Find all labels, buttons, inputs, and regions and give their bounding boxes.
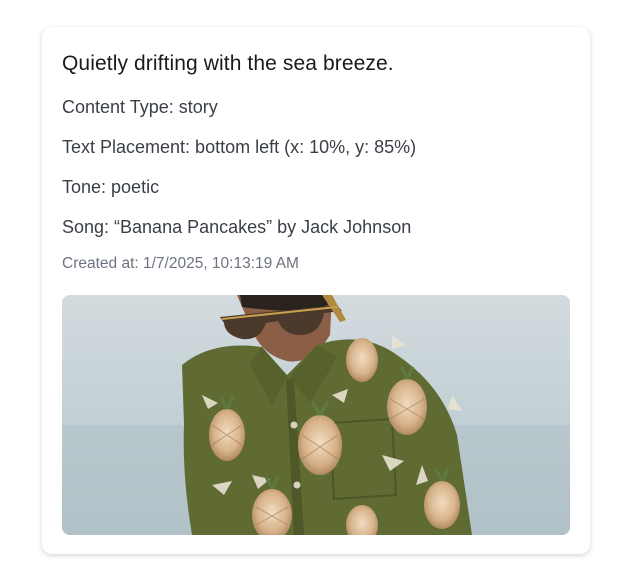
tone-label: Tone: poetic: [62, 177, 160, 197]
post-caption: Quietly drifting with the sea breeze.: [62, 52, 394, 75]
text-placement-label: Text Placement: bottom left (x: 10%, y: …: [62, 137, 417, 157]
created-at-timestamp: Created at: 1/7/2025, 10:13:19 AM: [62, 255, 299, 272]
song-label: Song: “Banana Pancakes” by Jack Johnson: [62, 217, 412, 237]
content-type-label: Content Type: story: [62, 97, 218, 117]
post-card: Quietly drifting with the sea breeze. Co…: [42, 27, 590, 554]
post-image: [62, 295, 570, 535]
